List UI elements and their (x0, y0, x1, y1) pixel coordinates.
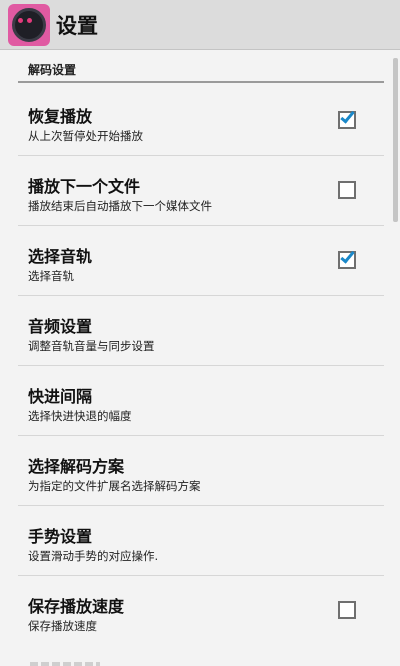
pref-title: 快进间隔 (28, 387, 93, 406)
play-next-file-checkbox[interactable] (338, 181, 356, 199)
page-title: 设置 (56, 13, 98, 38)
logo-eye-left (18, 17, 23, 23)
pref-summary: 保存播放速度 (28, 619, 97, 633)
checkmark-icon (340, 108, 355, 124)
pref-resume-playback[interactable]: 恢复播放 从上次暂停处开始播放 (18, 86, 384, 156)
pref-summary: 选择快进快退的幅度 (28, 409, 132, 423)
pref-title: 音频设置 (28, 317, 93, 336)
next-item-partial (30, 659, 110, 666)
pref-save-playback-speed[interactable]: 保存播放速度 保存播放速度 (18, 576, 384, 646)
resume-playback-checkbox[interactable] (338, 108, 356, 129)
pref-title: 恢复播放 (28, 107, 93, 126)
logo-ring (12, 7, 46, 42)
settings-list: 解码设置 恢复播放 从上次暂停处开始播放 播放下一个文件 播放结束后自动播放下一… (0, 50, 400, 666)
pref-title: 手势设置 (28, 527, 93, 546)
save-playback-speed-checkbox[interactable] (338, 601, 356, 619)
pref-select-audio-track[interactable]: 选择音轨 选择音轨 (18, 226, 384, 296)
section-header-label: 解码设置 (28, 63, 77, 77)
pref-summary: 选择音轨 (28, 269, 74, 283)
pref-title: 选择解码方案 (28, 457, 125, 476)
pref-summary: 播放结束后自动播放下一个媒体文件 (28, 199, 212, 213)
section-header: 解码设置 (18, 52, 384, 83)
pref-audio-settings[interactable]: 音频设置 调整音轨音量与同步设置 (18, 296, 384, 366)
action-bar: 设置 (0, 0, 400, 50)
pref-play-next-file[interactable]: 播放下一个文件 播放结束后自动播放下一个媒体文件 (18, 156, 384, 226)
pref-title: 选择音轨 (28, 247, 93, 266)
select-audio-track-checkbox[interactable] (338, 248, 356, 269)
pref-gesture-settings[interactable]: 手势设置 设置滑动手势的对应操作. (18, 506, 384, 576)
pref-decoder-scheme[interactable]: 选择解码方案 为指定的文件扩展名选择解码方案 (18, 436, 384, 506)
pref-title: 保存播放速度 (28, 597, 125, 616)
pref-summary: 从上次暂停处开始播放 (28, 129, 143, 143)
pref-summary: 设置滑动手势的对应操作. (28, 549, 159, 563)
scrollbar[interactable] (393, 58, 398, 222)
pref-summary: 为指定的文件扩展名选择解码方案 (28, 479, 201, 493)
pref-seek-interval[interactable]: 快进间隔 选择快进快退的幅度 (18, 366, 384, 436)
pref-summary: 调整音轨音量与同步设置 (28, 339, 155, 353)
pref-title: 播放下一个文件 (28, 177, 141, 196)
logo-eye-right (27, 17, 32, 23)
checkmark-icon (340, 248, 355, 264)
app-logo-icon[interactable] (8, 3, 50, 46)
